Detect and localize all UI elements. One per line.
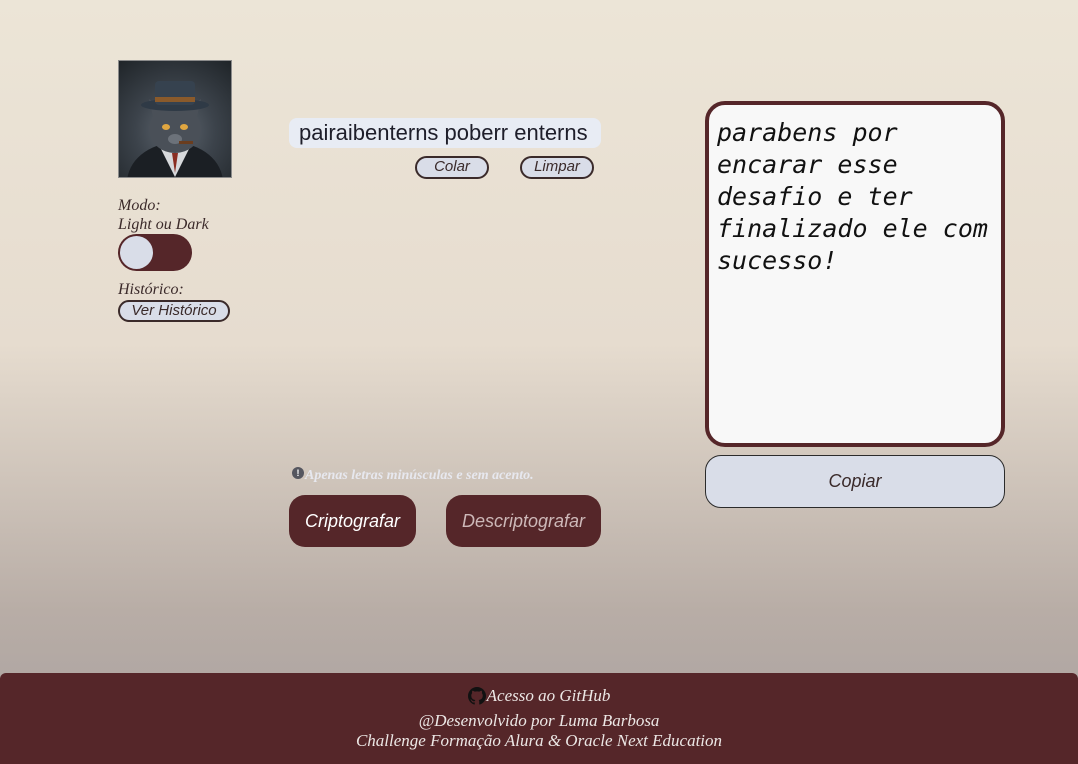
github-link-label[interactable]: Acesso ao GitHub [487, 686, 611, 707]
cat-avatar-icon [127, 81, 223, 177]
exclamation-circle-icon: ! [292, 467, 304, 479]
challenge-credit: Challenge Formação Alura & Oracle Next E… [355, 731, 723, 751]
copy-button[interactable]: Copiar [705, 455, 1005, 508]
github-link[interactable]: Acesso ao GitHub [467, 686, 611, 707]
view-history-button[interactable]: Ver Histórico [118, 300, 230, 322]
footer: Acesso ao GitHub @Desenvolvido por Luma … [0, 673, 1078, 764]
theme-toggle[interactable] [118, 234, 192, 271]
paste-button[interactable]: Colar [415, 156, 489, 179]
history-label: Histórico: [118, 281, 184, 298]
mode-label-options: Light ou Dark [118, 216, 209, 233]
mode-label-title: Modo: [118, 197, 161, 214]
encrypt-button[interactable]: Criptografar [289, 495, 416, 547]
github-icon [467, 687, 486, 705]
avatar-image [118, 60, 232, 178]
mode-label: Modo: Light ou Dark [118, 196, 209, 234]
text-input[interactable] [289, 118, 601, 148]
output-text-area[interactable]: parabens por encarar esse desafio e ter … [705, 101, 1005, 447]
decrypt-button[interactable]: Descriptografar [446, 495, 601, 547]
toggle-knob[interactable] [120, 236, 153, 269]
clear-button[interactable]: Limpar [520, 156, 594, 179]
developer-credit: @Desenvolvido por Luma Barbosa [418, 710, 660, 730]
input-warning: ! Apenas letras minúsculas e sem acento. [292, 467, 534, 484]
warning-text: Apenas letras minúsculas e sem acento. [305, 468, 534, 483]
